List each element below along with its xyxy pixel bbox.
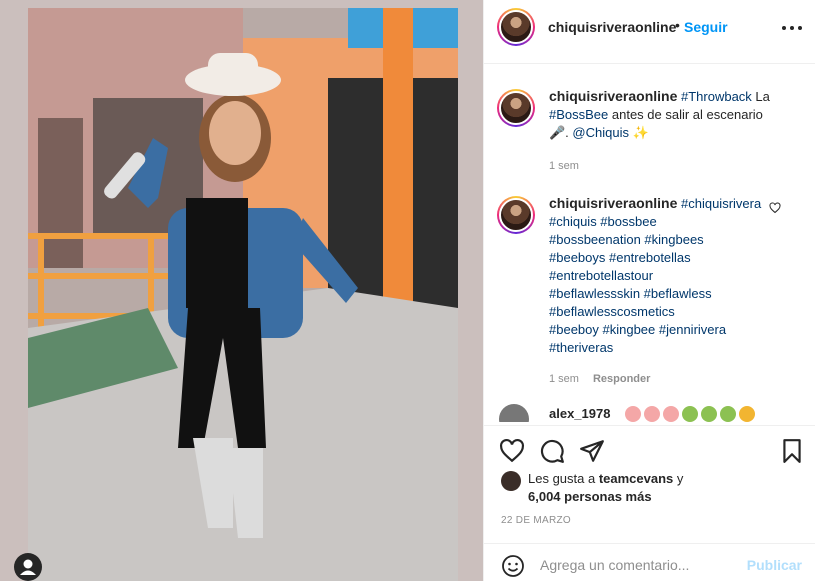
nauseated-emoji-icon xyxy=(701,406,717,422)
post-photo[interactable] xyxy=(28,8,458,581)
likes-suffix: y xyxy=(673,471,684,486)
caption-avatar[interactable] xyxy=(497,89,535,127)
comment-item-partial: alex_1978 xyxy=(497,404,807,422)
reply-button[interactable]: Responder xyxy=(593,373,650,385)
hashtag-link[interactable]: #beflawlesscosmetics xyxy=(549,304,675,319)
header-separator: • xyxy=(675,17,680,33)
heart-icon[interactable] xyxy=(499,438,525,464)
angry-emoji-icon xyxy=(739,406,755,422)
liker-username[interactable]: teamcevans xyxy=(599,471,673,486)
hashtag-link[interactable]: #beflawlessskin #beflawless xyxy=(549,286,712,301)
hashtag-link[interactable]: #beeboy #kingbee #jennirivera xyxy=(549,322,726,337)
hashtag-link[interactable]: #Throwback xyxy=(681,89,752,104)
like-comment-heart-icon[interactable] xyxy=(769,202,781,214)
hashtag-link[interactable]: #chiquisrivera xyxy=(681,196,761,211)
post-side-panel: chiquisriveraonline • Seguir chiquisrive… xyxy=(483,0,815,581)
caption-text-part: La xyxy=(751,89,770,104)
comment-avatar[interactable] xyxy=(497,196,535,234)
hashtag-link[interactable]: #theriveras xyxy=(549,340,613,355)
likes-line: Les gusta a teamcevans y xyxy=(528,470,683,488)
caption-username[interactable]: chiquisriveraonline xyxy=(549,88,677,104)
hashtag-link[interactable]: #bossbeenation #kingbees xyxy=(549,232,704,247)
emoji-row xyxy=(625,406,755,422)
hashtag-link[interactable]: #BossBee xyxy=(549,107,608,122)
publish-button[interactable]: Publicar xyxy=(747,557,802,573)
author-username[interactable]: chiquisriveraonline xyxy=(548,19,676,35)
emoji-icon[interactable] xyxy=(501,554,525,578)
caption-time[interactable]: 1 sem xyxy=(549,157,579,175)
comment-meta: 1 sem Responder xyxy=(549,370,650,388)
caption-text-part: ✨ xyxy=(628,125,649,140)
likes-count[interactable]: 6,004 personas más xyxy=(528,488,652,506)
hashtag-link[interactable]: #chiquis #bossbee xyxy=(549,214,657,229)
comment-username[interactable]: chiquisriveraonline xyxy=(549,195,677,211)
mention-link[interactable]: @Chiquis xyxy=(572,125,629,140)
nauseated-emoji-icon xyxy=(682,406,698,422)
bookmark-icon[interactable] xyxy=(779,438,805,464)
liker-avatar[interactable] xyxy=(501,471,521,491)
comment-text: chiquisriveraonline #chiquisrivera #chiq… xyxy=(549,194,777,357)
comment-time[interactable]: 1 sem xyxy=(549,373,579,385)
action-bar xyxy=(484,425,815,475)
post-date[interactable]: 22 DE MARZO xyxy=(501,515,571,526)
photo-pane xyxy=(0,0,483,581)
pig-emoji-icon xyxy=(644,406,660,422)
comment-icon[interactable] xyxy=(539,438,565,464)
user-tag-icon[interactable] xyxy=(14,553,42,581)
caption-text: chiquisriveraonline #Throwback La #BossB… xyxy=(549,87,777,142)
pig-emoji-icon xyxy=(625,406,641,422)
pig-emoji-icon xyxy=(663,406,679,422)
author-avatar[interactable] xyxy=(497,8,535,46)
follow-button[interactable]: Seguir xyxy=(684,19,728,35)
instagram-post-view: chiquisriveraonline • Seguir chiquisrive… xyxy=(0,0,815,581)
comment-avatar[interactable] xyxy=(499,404,529,422)
hashtag-link[interactable]: #beeboys #entrebotellas xyxy=(549,250,691,265)
share-icon[interactable] xyxy=(579,438,605,464)
comment-input[interactable] xyxy=(540,554,740,576)
photo-illustration xyxy=(28,8,458,581)
likes-prefix: Les gusta a xyxy=(528,471,599,486)
comment-username[interactable]: alex_1978 xyxy=(549,406,610,421)
add-comment-bar: Publicar xyxy=(484,543,815,581)
caption: chiquisriveraonline #Throwback La #BossB… xyxy=(497,87,807,173)
comment-item: chiquisriveraonline #chiquisrivera #chiq… xyxy=(497,194,807,394)
hashtag-link[interactable]: #entrebotellastour xyxy=(549,268,653,283)
more-icon[interactable] xyxy=(782,26,802,32)
nauseated-emoji-icon xyxy=(720,406,736,422)
post-header: chiquisriveraonline • Seguir xyxy=(484,0,815,64)
